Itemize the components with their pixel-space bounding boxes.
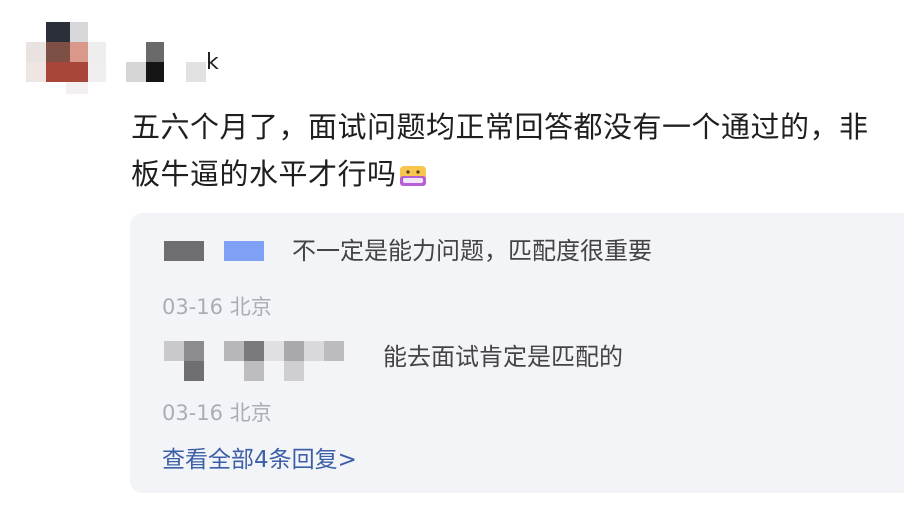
reply-meta: 03-16 北京: [162, 291, 272, 321]
comment-item: k 五六个月了，面试问题均正常回答都没有一个通过的，非 板牛逼的水平才行吗 不一…: [0, 0, 904, 509]
comment-text-line-1: 五六个月了，面试问题均正常回答都没有一个通过的，非: [131, 110, 869, 144]
reply-meta: 03-16 北京: [162, 397, 272, 427]
comment-text-line-2-text: 板牛逼的水平才行吗: [131, 157, 397, 191]
avatar[interactable]: [26, 22, 108, 96]
comment-text-line-2: 板牛逼的水平才行吗: [131, 151, 904, 198]
reply-date: 03-16: [162, 401, 224, 425]
sticker-emoji-icon: [399, 166, 426, 186]
reply-location: 北京: [229, 295, 272, 319]
comment-body: 五六个月了，面试问题均正常回答都没有一个通过的，非 板牛逼的水平才行吗: [131, 104, 904, 198]
replies-panel: 不一定是能力问题，匹配度很重要 03-16 北京 能去面试肯定是匹配的 03-1…: [130, 213, 904, 493]
username[interactable]: k: [124, 40, 234, 86]
reply-date: 03-16: [162, 295, 224, 319]
reply-text: 不一定是能力问题，匹配度很重要: [292, 237, 652, 265]
reply-location: 北京: [229, 401, 272, 425]
view-all-replies-link[interactable]: 查看全部4条回复>: [162, 440, 357, 474]
reply-text: 能去面试肯定是匹配的: [383, 343, 623, 371]
username-visible-text: k: [206, 50, 219, 75]
